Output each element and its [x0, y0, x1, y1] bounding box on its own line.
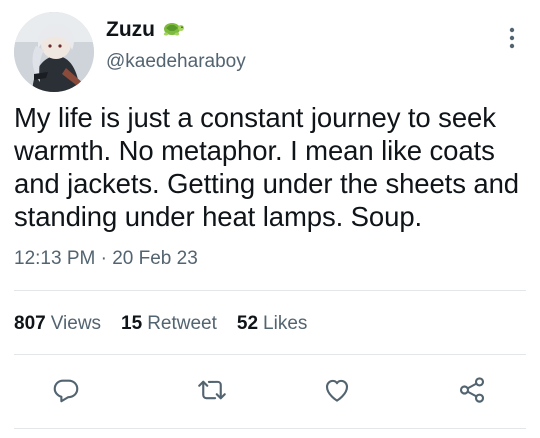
tweet-timestamp[interactable]: 12:13 PM · 20 Feb 23: [14, 248, 198, 270]
divider: [14, 290, 526, 291]
views-label: Views: [50, 313, 102, 334]
more-options-icon[interactable]: [506, 26, 518, 50]
share-button[interactable]: [454, 372, 490, 408]
retweets-stat[interactable]: 15 Retweet: [121, 313, 217, 335]
views-count: 807: [14, 313, 46, 334]
tweet-stats: 807 Views 15 Retweet 52 Likes: [14, 313, 307, 335]
views-stat[interactable]: 807 Views: [14, 313, 101, 335]
meta-separator: ·: [100, 248, 107, 269]
share-icon: [459, 377, 485, 403]
tweet-text: My life is just a constant journey to se…: [14, 102, 519, 232]
reply-button[interactable]: [48, 372, 84, 408]
reply-icon: [53, 379, 79, 403]
tweet-actions: [14, 372, 526, 408]
likes-label: Likes: [263, 313, 308, 334]
likes-count: 52: [236, 313, 259, 334]
like-button[interactable]: [319, 372, 355, 408]
likes-stat[interactable]: 52 Likes: [237, 313, 308, 335]
tweet-time: 12:13 PM: [14, 248, 96, 269]
retweet-button[interactable]: [194, 372, 230, 408]
retweets-label: Retweet: [147, 313, 217, 334]
retweets-count: 15: [121, 313, 143, 334]
retweet-icon: [198, 380, 226, 400]
avatar[interactable]: [14, 12, 94, 92]
like-icon: [325, 379, 349, 402]
display-name[interactable]: Zuzu: [106, 18, 155, 42]
divider: [14, 428, 526, 429]
user-handle[interactable]: @kaedeharaboy: [106, 51, 246, 73]
turtle-icon: [161, 19, 185, 42]
divider: [14, 354, 526, 355]
avatar-image: [14, 12, 94, 92]
author-name-row: Zuzu: [106, 18, 185, 42]
tweet-date: 20 Feb 23: [112, 248, 198, 269]
